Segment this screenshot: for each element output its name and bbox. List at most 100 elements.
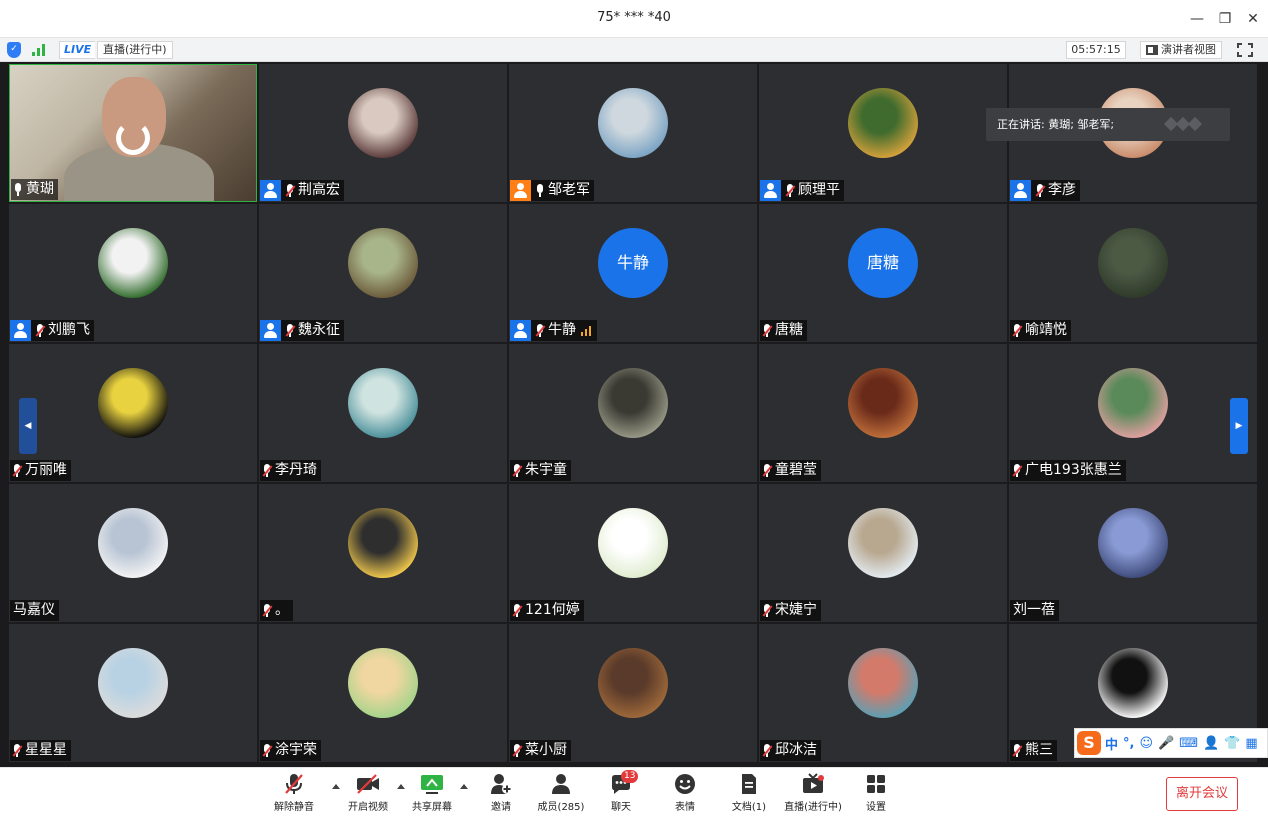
restore-button[interactable]: ❐ (1214, 8, 1236, 30)
mic-muted-icon (1010, 323, 1024, 339)
participant-tile[interactable]: 牛静 牛静 (509, 204, 757, 342)
participant-tile[interactable]: 马嘉仪 (9, 484, 257, 622)
ime-item[interactable]: 中 (1105, 734, 1118, 753)
participant-tile[interactable]: 广电193张惠兰 (1009, 344, 1257, 482)
participant-nametag: 童碧莹 (760, 460, 821, 481)
participant-tile[interactable]: 荆高宏 (259, 64, 507, 202)
participant-tile[interactable]: 刘一蓓 (1009, 484, 1257, 622)
avatar (98, 508, 168, 578)
avatar (1098, 228, 1168, 298)
network-signal-icon[interactable] (32, 44, 48, 56)
avatar (98, 368, 168, 438)
participant-tile[interactable]: 。 (259, 484, 507, 622)
participant-tile[interactable]: 菜小厨 (509, 624, 757, 762)
participant-tile[interactable]: 宋婕宁 (759, 484, 1007, 622)
mic-muted-icon (260, 743, 274, 759)
settings-grid-icon (865, 772, 887, 798)
unmute-button[interactable]: 解除静音 (272, 772, 316, 818)
participant-name: 万丽唯 (25, 462, 67, 478)
participant-name: 朱宇童 (525, 462, 567, 478)
invite-button[interactable]: 邀请 (486, 772, 516, 818)
ime-item[interactable]: 👕 (1224, 736, 1240, 751)
ime-toolbar[interactable]: S 中 °, ☺ 🎤 ⌨ 👤 👕 ▦ (1074, 728, 1268, 758)
participant-tile[interactable]: 魏永征 (259, 204, 507, 342)
audio-options-caret[interactable] (331, 772, 341, 818)
participant-nametag: 黄瑚 (11, 179, 58, 200)
participant-tile[interactable]: 涂宇荣 (259, 624, 507, 762)
ime-item[interactable]: ⌨ (1179, 736, 1198, 751)
participant-name: 顾理平 (798, 182, 840, 198)
prev-page-button[interactable]: ◀ (19, 398, 37, 454)
participant-tile[interactable]: 童碧莹 (759, 344, 1007, 482)
participant-tile[interactable]: 李丹琦 (259, 344, 507, 482)
participant-tile[interactable]: 121何婷 (509, 484, 757, 622)
ime-item[interactable]: ☺ (1139, 736, 1153, 751)
participant-tile[interactable]: 邱冰洁 (759, 624, 1007, 762)
participant-name: 李彦 (1048, 182, 1076, 198)
loading-spinner-icon (116, 121, 150, 155)
fullscreen-icon[interactable] (1236, 41, 1254, 59)
avatar (348, 368, 418, 438)
host-user-icon (760, 180, 781, 201)
speaker-view-button[interactable]: 演讲者视图 (1140, 41, 1222, 59)
participant-tile[interactable]: 唐糖 唐糖 (759, 204, 1007, 342)
participant-nametag: 喻靖悦 (1010, 320, 1071, 341)
share-screen-label: 共享屏幕 (412, 802, 452, 813)
avatar (98, 228, 168, 298)
participant-nametag: 唐糖 (760, 320, 807, 341)
close-button[interactable]: ✕ (1242, 8, 1264, 30)
mic-muted-icon (283, 323, 297, 339)
chat-button[interactable]: 13 聊天 (606, 770, 639, 818)
meeting-toolbar: 解除静音 开启视频 共享屏幕 邀请 成员(285) 13 聊天 表情 文档(1)… (0, 767, 1268, 819)
participant-tile[interactable]: 邹老军 (509, 64, 757, 202)
participant-nametag: 邹老军 (510, 180, 594, 201)
speaker-view-label: 演讲者视图 (1161, 43, 1216, 56)
participant-tile[interactable]: 刘鹏飞 (9, 204, 257, 342)
mic-muted-icon (760, 463, 774, 479)
avatar (848, 88, 918, 158)
video-options-caret[interactable] (396, 772, 406, 818)
participant-nametag: 李丹琦 (260, 460, 321, 481)
ime-item[interactable]: 🎤 (1158, 736, 1174, 751)
emoji-button[interactable]: 表情 (670, 772, 700, 818)
ime-item[interactable]: ▦ (1245, 736, 1257, 751)
ime-item[interactable]: °, (1123, 736, 1134, 751)
shield-icon[interactable]: ✓ (7, 42, 21, 58)
chat-unread-badge: 13 (621, 770, 639, 783)
live-status[interactable]: 直播(进行中) (97, 41, 173, 59)
participant-name: 唐糖 (775, 322, 803, 338)
participant-tile[interactable]: 万丽唯 (9, 344, 257, 482)
mic-muted-icon (10, 743, 24, 759)
mic-muted-icon (10, 463, 24, 479)
mic-muted-icon (760, 603, 774, 619)
speaking-indicator: 正在讲话: 黄瑚; 邹老军; (986, 108, 1230, 141)
participant-nametag: 魏永征 (260, 320, 344, 341)
next-page-button[interactable]: ▶ (1230, 398, 1248, 454)
participant-tile[interactable]: 黄瑚 (9, 64, 257, 202)
leave-meeting-button[interactable]: 离开会议 (1166, 777, 1238, 811)
mic-muted-icon (510, 603, 524, 619)
start-video-button[interactable]: 开启视频 (346, 772, 390, 818)
ime-item[interactable]: 👤 (1203, 736, 1219, 751)
ime-logo-icon[interactable]: S (1077, 731, 1101, 755)
participant-nametag: 万丽唯 (10, 460, 71, 481)
share-options-caret[interactable] (459, 772, 469, 818)
participant-tile[interactable]: 喻靖悦 (1009, 204, 1257, 342)
participant-tile[interactable]: 顾理平 (759, 64, 1007, 202)
minimize-button[interactable]: — (1186, 8, 1208, 30)
unmute-label: 解除静音 (274, 802, 314, 813)
participant-tile[interactable]: 朱宇童 (509, 344, 757, 482)
participant-name: 李丹琦 (275, 462, 317, 478)
participant-nametag: 熊三 (1010, 740, 1057, 761)
live-stream-button[interactable]: 直播(进行中) (784, 772, 842, 818)
share-screen-button[interactable]: 共享屏幕 (410, 772, 454, 818)
live-stream-label: 直播(进行中) (784, 802, 842, 813)
settings-button[interactable]: 设置 (864, 772, 888, 818)
speaking-bars-icon (1163, 115, 1204, 133)
participant-nametag: 星星星 (10, 740, 71, 761)
documents-button[interactable]: 文档(1) (730, 772, 768, 818)
members-button[interactable]: 成员(285) (537, 772, 585, 818)
avatar (348, 88, 418, 158)
participant-tile[interactable]: 星星星 (9, 624, 257, 762)
avatar (598, 368, 668, 438)
